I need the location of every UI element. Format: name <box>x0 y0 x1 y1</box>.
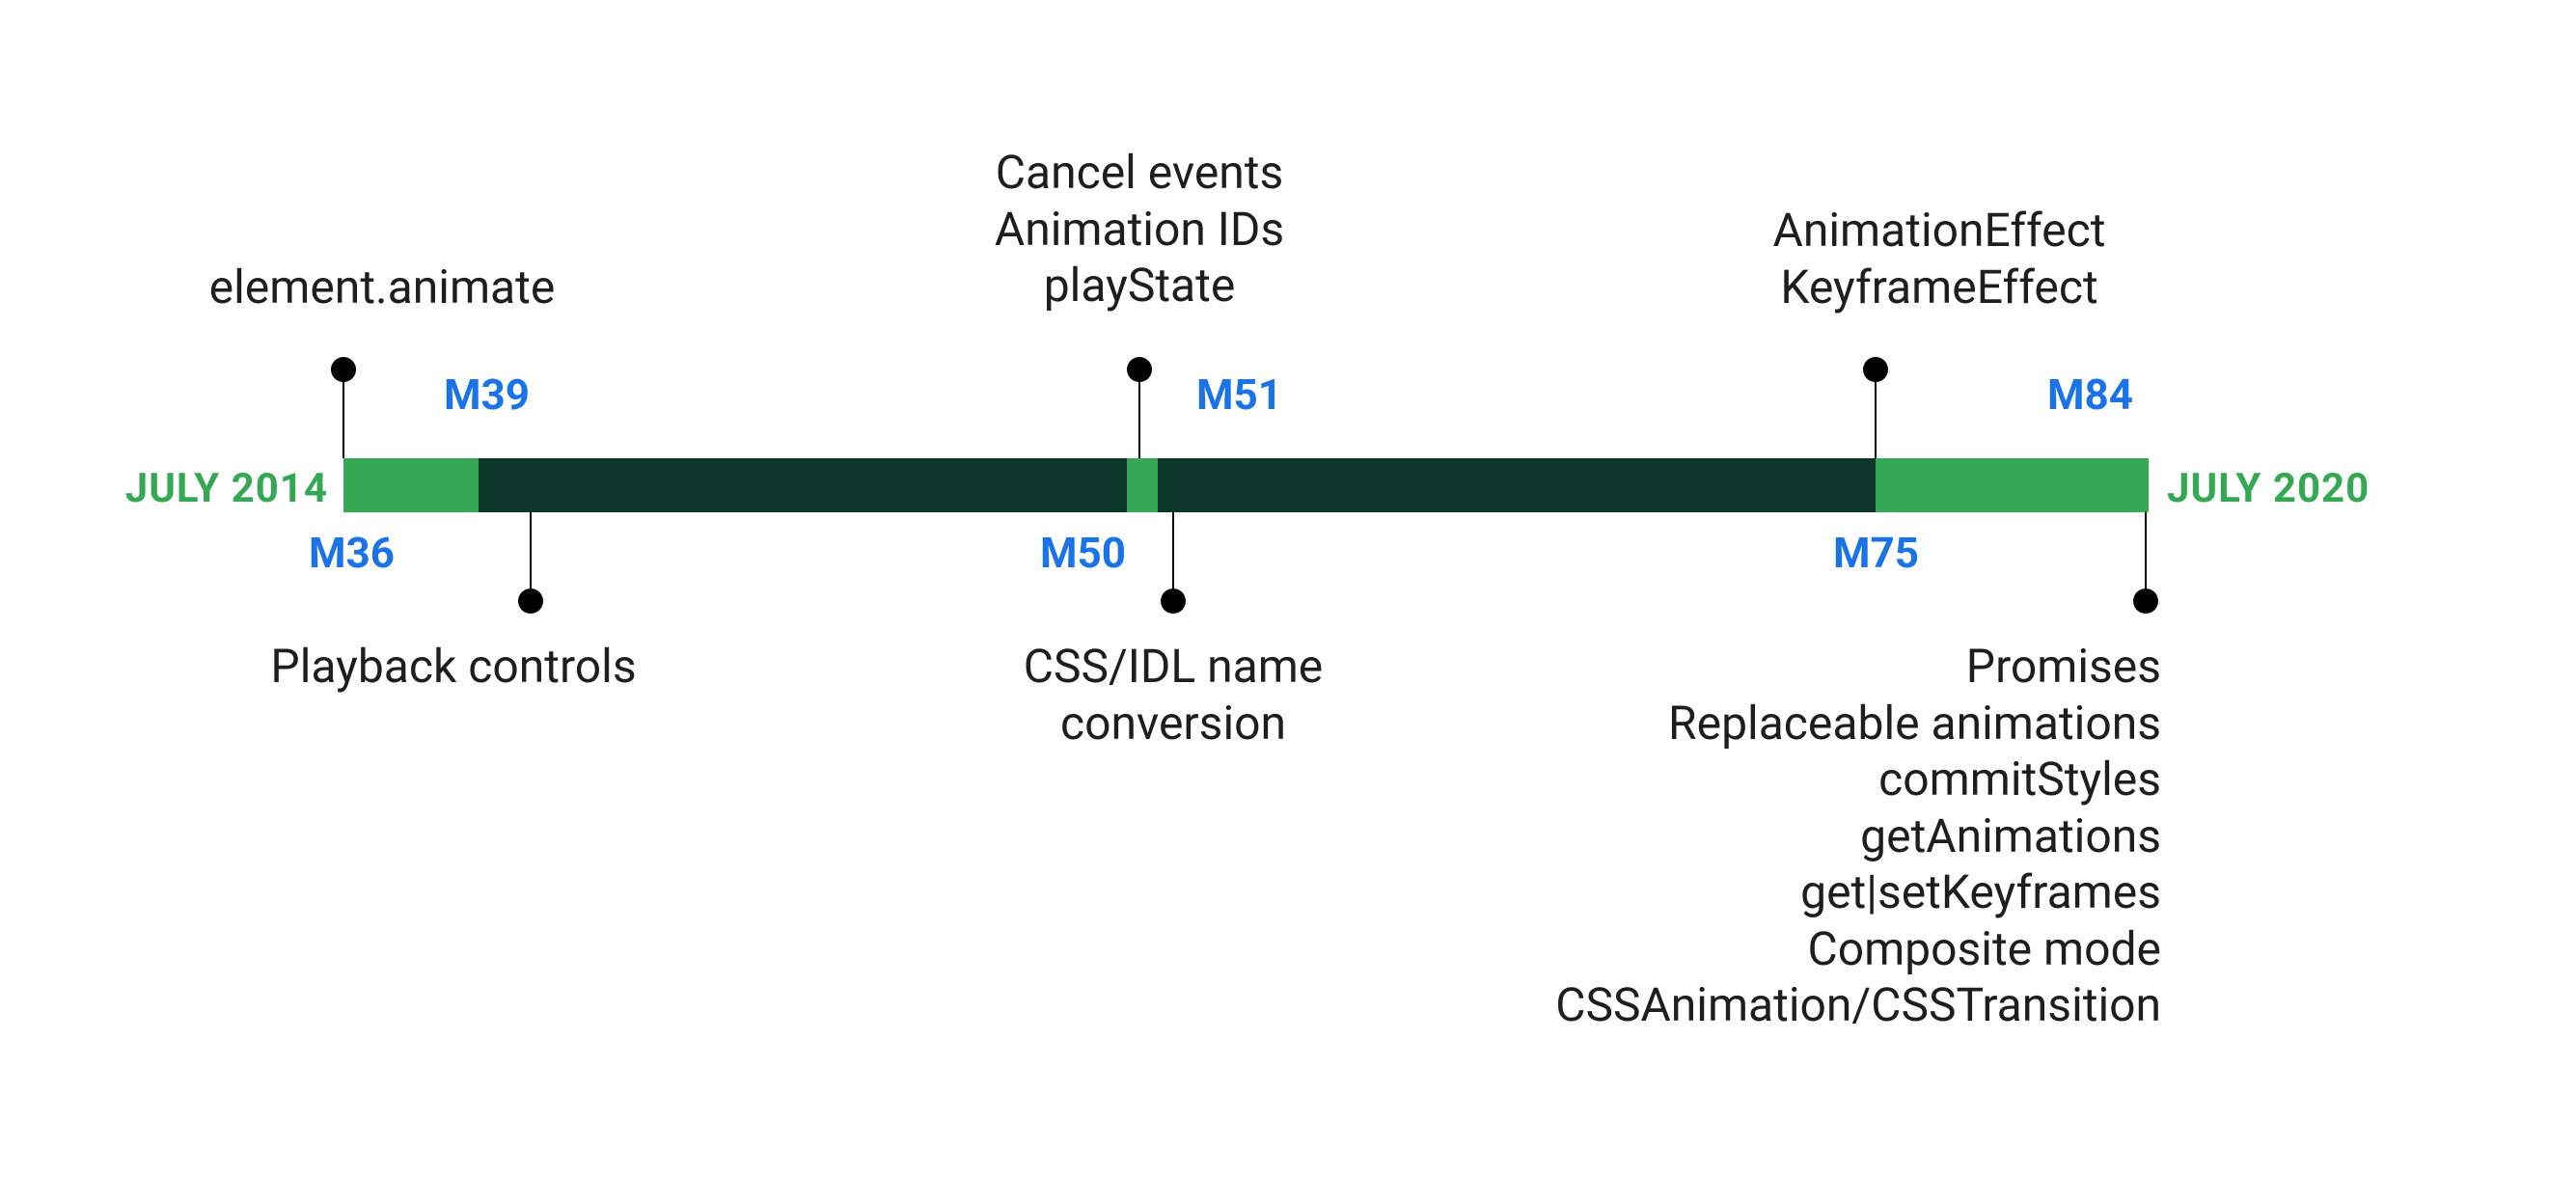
event-m36-desc: element.animate <box>209 260 556 316</box>
timeline-start-label: JULY 2014 <box>125 465 328 512</box>
timeline-segment-2 <box>479 458 1127 512</box>
event-m84-line-6: CSSAnimation/CSSTransition <box>1555 977 2161 1032</box>
event-m39-version: M39 <box>444 369 530 420</box>
event-m51-line-2: playState <box>1044 258 1236 313</box>
event-m51-line-1: Animation IDs <box>995 202 1284 257</box>
timeline-segment-5 <box>1876 458 2149 512</box>
event-m84-line-4: get|setKeyframes <box>1800 864 2161 919</box>
event-m51-stem <box>1138 369 1140 458</box>
event-m36-line-0: element.animate <box>209 260 556 315</box>
event-m36-stem <box>343 369 344 458</box>
event-m84-version: M84 <box>2047 369 2133 420</box>
event-m75-version: M75 <box>1833 528 1919 578</box>
event-m36-dot-icon <box>331 357 356 382</box>
event-m84-line-5: Composite mode <box>1807 921 2161 976</box>
event-m51-version: M51 <box>1196 369 1282 420</box>
event-m75-line-0: AnimationEffect <box>1773 203 2106 258</box>
event-m84-desc: Promises Replaceable animations commitSt… <box>1555 639 2161 1034</box>
event-m50-line-1: conversion <box>1060 696 1286 751</box>
timeline-segment-3 <box>1127 458 1158 512</box>
event-m39-desc: Playback controls <box>270 639 636 696</box>
timeline-end-label: JULY 2020 <box>2167 465 2370 512</box>
event-m50-line-0: CSS/IDL name <box>1024 639 1324 694</box>
event-m51-desc: Cancel events Animation IDs playState <box>995 145 1284 315</box>
timeline-segment-1 <box>343 458 479 512</box>
event-m75-line-1: KeyframeEffect <box>1780 260 2097 315</box>
timeline-diagram: JULY 2014 JULY 2020 element.animate M36 … <box>0 0 2576 1204</box>
event-m36-version: M36 <box>309 528 395 578</box>
timeline-segment-4 <box>1158 458 1876 512</box>
event-m50-dot-icon <box>1161 588 1186 614</box>
event-m50-version: M50 <box>1040 528 1126 578</box>
event-m84-line-3: getAnimations <box>1860 808 2161 863</box>
event-m84-line-0: Promises <box>1966 639 2161 694</box>
event-m84-line-1: Replaceable animations <box>1668 696 2161 751</box>
event-m39-dot-icon <box>518 588 543 614</box>
event-m75-stem <box>1875 369 1877 458</box>
event-m51-dot-icon <box>1127 357 1152 382</box>
event-m84-dot-icon <box>2133 588 2158 614</box>
event-m51-line-0: Cancel events <box>996 145 1284 200</box>
event-m75-desc: AnimationEffect KeyframeEffect <box>1773 203 2106 315</box>
event-m75-dot-icon <box>1863 357 1888 382</box>
event-m50-desc: CSS/IDL name conversion <box>1024 639 1324 752</box>
event-m84-line-2: commitStyles <box>1878 752 2161 807</box>
event-m39-line-0: Playback controls <box>270 639 636 694</box>
